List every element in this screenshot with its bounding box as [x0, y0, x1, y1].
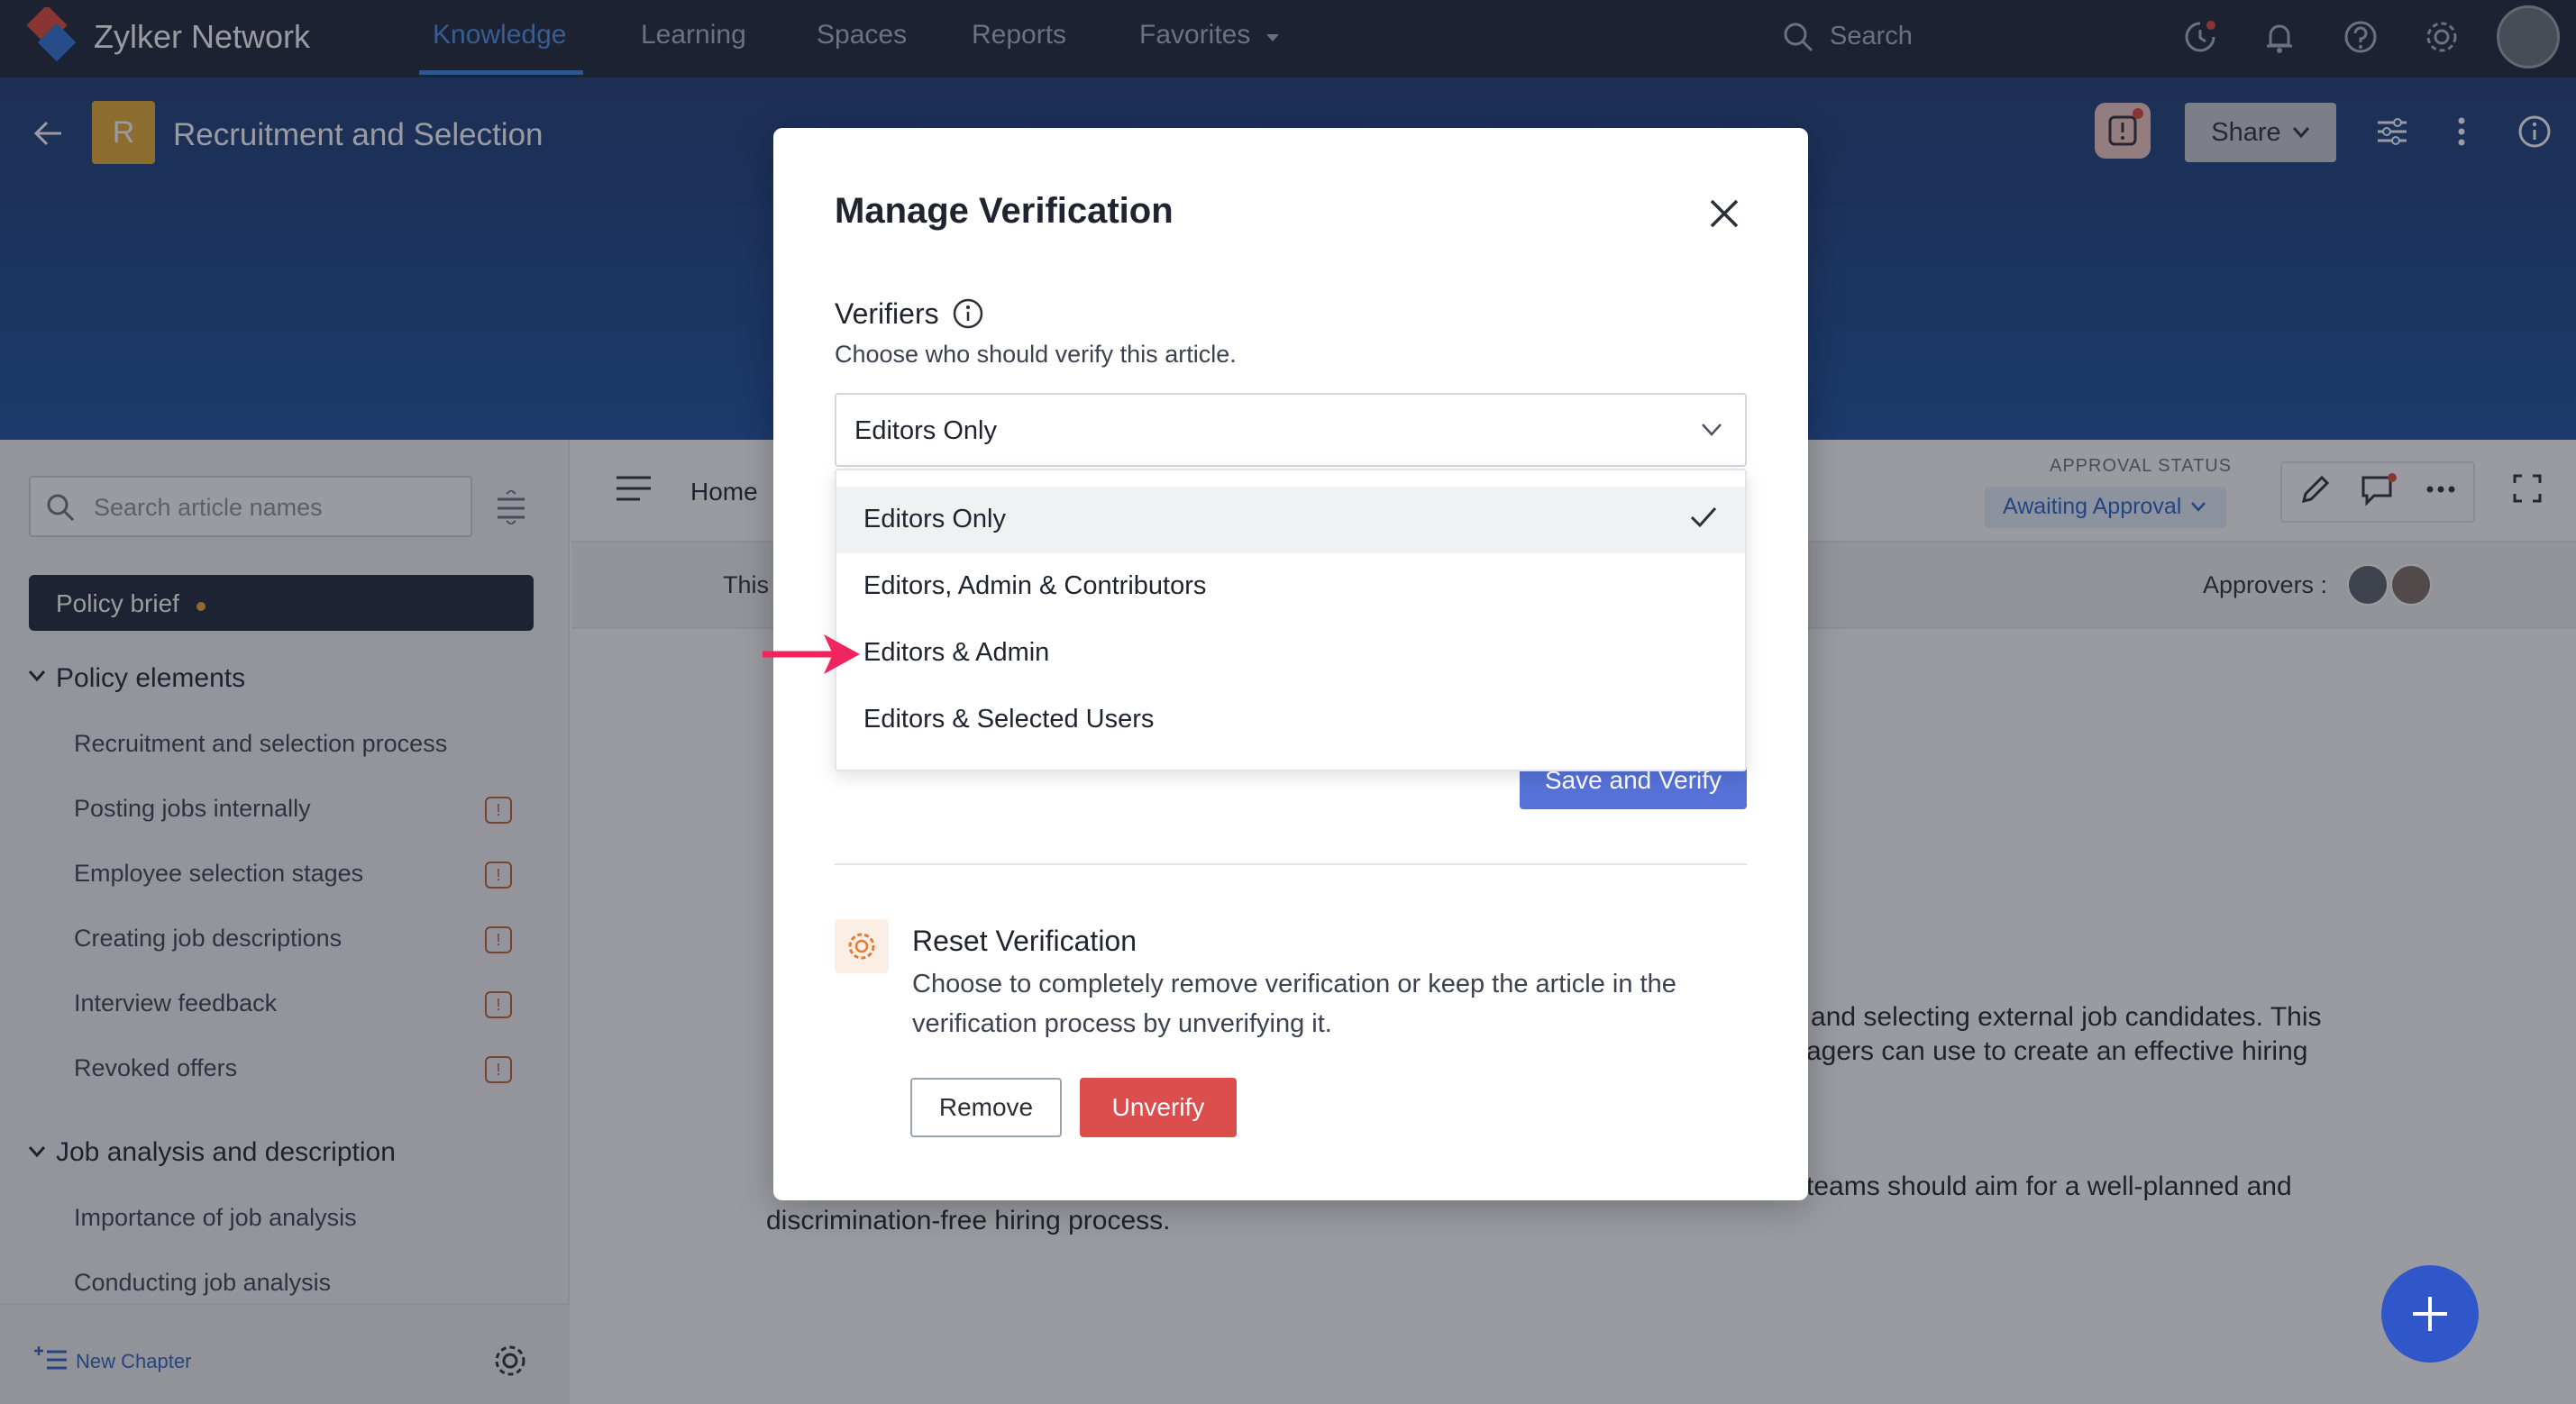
option-editors-selected-users[interactable]: Editors & Selected Users — [863, 705, 1154, 734]
option-editors-only[interactable]: Editors Only — [863, 505, 1006, 534]
reset-verification-heading: Reset Verification — [912, 925, 1137, 957]
option-editors-admin[interactable]: Editors & Admin — [863, 638, 1049, 668]
verifiers-select-value: Editors Only — [854, 416, 997, 445]
annotation-arrow-icon — [761, 631, 862, 678]
verifiers-heading: Verifiers — [835, 297, 939, 330]
remove-button[interactable]: Remove — [910, 1078, 1062, 1137]
option-editors-admin-contributors[interactable]: Editors, Admin & Contributors — [863, 571, 1206, 601]
add-fab-button[interactable] — [2381, 1265, 2479, 1363]
verifiers-subtitle: Choose who should verify this article. — [835, 341, 1237, 368]
unverify-label: Unverify — [1111, 1093, 1205, 1121]
reset-gear-icon — [835, 919, 889, 973]
reset-verification-description: Choose to completely remove verification… — [912, 970, 1676, 1038]
remove-label: Remove — [938, 1093, 1034, 1121]
chevron-down-icon[interactable] — [1700, 422, 1723, 438]
check-icon — [1689, 505, 1718, 530]
dialog-divider — [835, 863, 1747, 865]
info-icon[interactable] — [952, 297, 984, 330]
dialog-title: Manage Verification — [835, 191, 1174, 231]
close-icon[interactable] — [1707, 196, 1741, 231]
unverify-button[interactable]: Unverify — [1080, 1078, 1237, 1137]
